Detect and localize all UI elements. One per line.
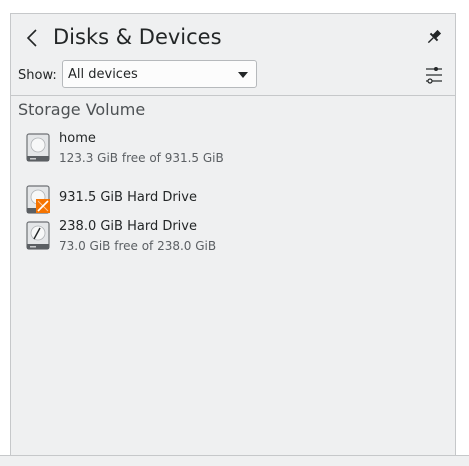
bottom-panel-edge [0, 455, 469, 466]
device-filter-value: All devices [68, 67, 138, 82]
settings-button[interactable] [423, 62, 445, 86]
device-item[interactable]: 238.0 GiB Hard Drive 73.0 GiB free of 23… [21, 219, 445, 261]
page-title: Disks & Devices [53, 25, 222, 49]
device-filter-select[interactable]: All devices [62, 60, 257, 88]
disks-devices-popup: Disks & Devices Show: All devices Storag… [10, 13, 456, 455]
device-name: 931.5 GiB Hard Drive [59, 190, 197, 205]
device-name: 238.0 GiB Hard Drive [59, 219, 197, 234]
hard-drive-unmounted-icon [26, 185, 50, 214]
device-name: home [59, 131, 96, 146]
device-item[interactable]: home 123.3 GiB free of 931.5 GiB [21, 131, 445, 173]
header-separator [11, 95, 455, 96]
filter-row: Show: All devices [11, 60, 455, 94]
pin-button[interactable] [423, 26, 445, 48]
hard-drive-icon [26, 221, 50, 250]
pin-icon [427, 29, 442, 44]
show-label: Show: [18, 68, 57, 83]
back-button[interactable] [21, 26, 43, 50]
section-header: Storage Volume [18, 100, 146, 119]
chevron-left-icon [26, 29, 37, 47]
device-detail: 73.0 GiB free of 238.0 GiB [59, 239, 217, 253]
stage: Disks & Devices Show: All devices Storag… [0, 0, 469, 466]
device-detail: 123.3 GiB free of 931.5 GiB [59, 151, 224, 165]
hard-drive-icon [26, 133, 50, 162]
settings-sliders-icon [426, 67, 442, 84]
chevron-down-icon [238, 72, 248, 78]
popup-header: Disks & Devices [11, 14, 455, 62]
